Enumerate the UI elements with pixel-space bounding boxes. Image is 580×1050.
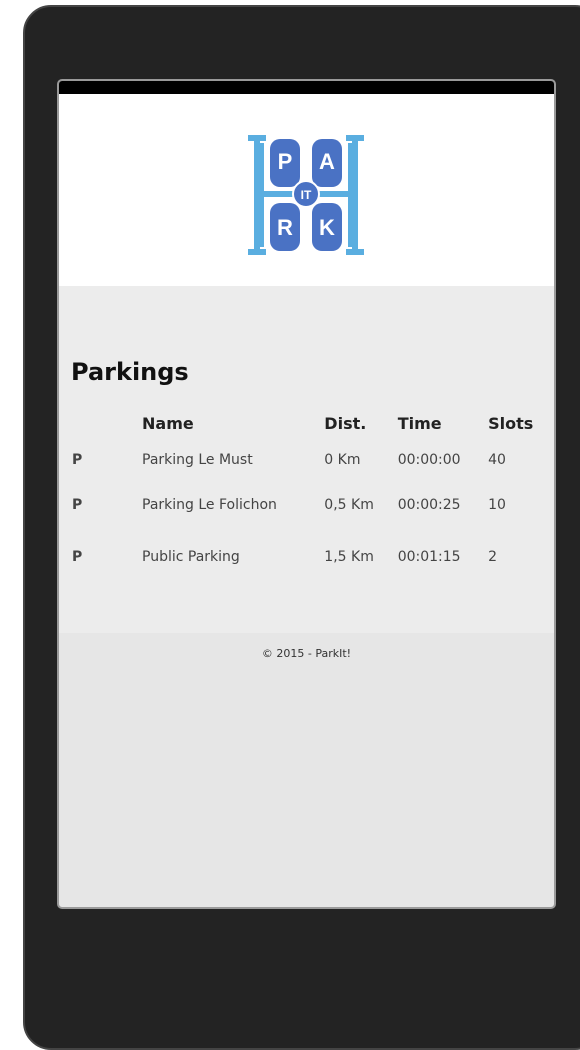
col-dist-header: Dist. (324, 413, 367, 433)
col-name-header: Name (142, 413, 194, 433)
logo-letter-k: K (319, 215, 335, 240)
table-header-row: Name Dist. Time Slots (68, 411, 552, 441)
app-header: P A IT R K (59, 94, 554, 286)
phone-screen: P A IT R K Parkings Name Dist. Time Slot… (57, 79, 556, 909)
parkit-logo[interactable]: P A IT R K (246, 133, 366, 257)
parking-name[interactable]: Parking Le Folichon (138, 479, 320, 531)
parking-distance: 0 Km (324, 452, 361, 468)
parking-distance: 0,5 Km (324, 497, 374, 513)
parking-time: 00:01:15 (397, 549, 461, 565)
parkings-table: Name Dist. Time Slots P Parking Le Must … (68, 411, 552, 583)
parking-time: 00:00:25 (397, 497, 461, 513)
col-time-header: Time (397, 413, 442, 433)
col-slots-header: Slots (488, 413, 534, 433)
status-bar (59, 81, 554, 94)
logo-letter-a: A (319, 149, 335, 174)
logo-letter-r: R (277, 215, 293, 240)
logo-letters-it: IT (301, 188, 312, 202)
parking-slots: 10 (488, 497, 506, 513)
footer: © 2015 - ParkIt! (59, 633, 554, 660)
parking-icon[interactable]: P (68, 441, 138, 479)
parking-icon[interactable]: P (68, 531, 138, 583)
parking-slots: 2 (488, 549, 498, 565)
col-icon-header (68, 411, 138, 441)
table-row[interactable]: P Parking Le Must 0 Km 00:00:00 40 (68, 441, 552, 479)
logo-letter-p: P (278, 149, 293, 174)
parking-name[interactable]: Parking Le Must (138, 441, 320, 479)
parking-time: 00:00:00 (397, 452, 461, 468)
copyright-text: © 2015 - ParkIt! (261, 647, 352, 660)
table-row[interactable]: P Parking Le Folichon 0,5 Km 00:00:25 10 (68, 479, 552, 531)
parking-distance: 1,5 Km (324, 549, 374, 565)
parking-icon[interactable]: P (68, 479, 138, 531)
table-row[interactable]: P Public Parking 1,5 Km 00:01:15 2 (68, 531, 552, 583)
parking-name[interactable]: Public Parking (138, 531, 320, 583)
parking-slots: 40 (488, 452, 506, 468)
main-content: Parkings Name Dist. Time Slots P Parking… (59, 286, 554, 633)
page-title: Parkings (71, 358, 189, 386)
